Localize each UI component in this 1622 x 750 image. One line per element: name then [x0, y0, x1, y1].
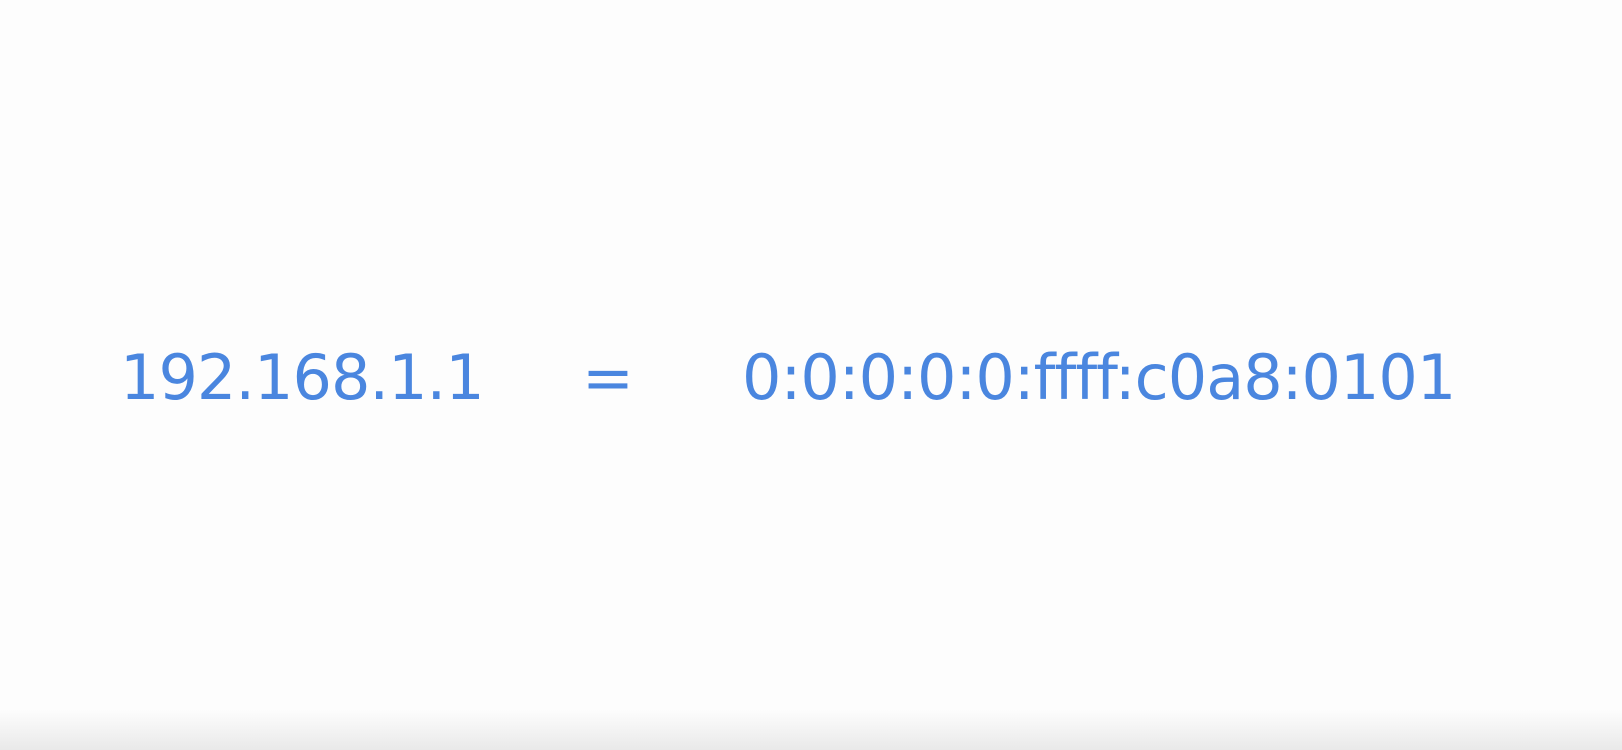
ipv4-address: 192.168.1.1 — [120, 341, 485, 414]
ipv6-address: 0:0:0:0:0:ffff:c0a8:0101 — [742, 341, 1456, 414]
slide: 192.168.1.1 = 0:0:0:0:0:ffff:c0a8:0101 — [0, 0, 1622, 750]
bottom-shadow — [0, 710, 1622, 750]
equals-sign: = — [582, 341, 634, 414]
